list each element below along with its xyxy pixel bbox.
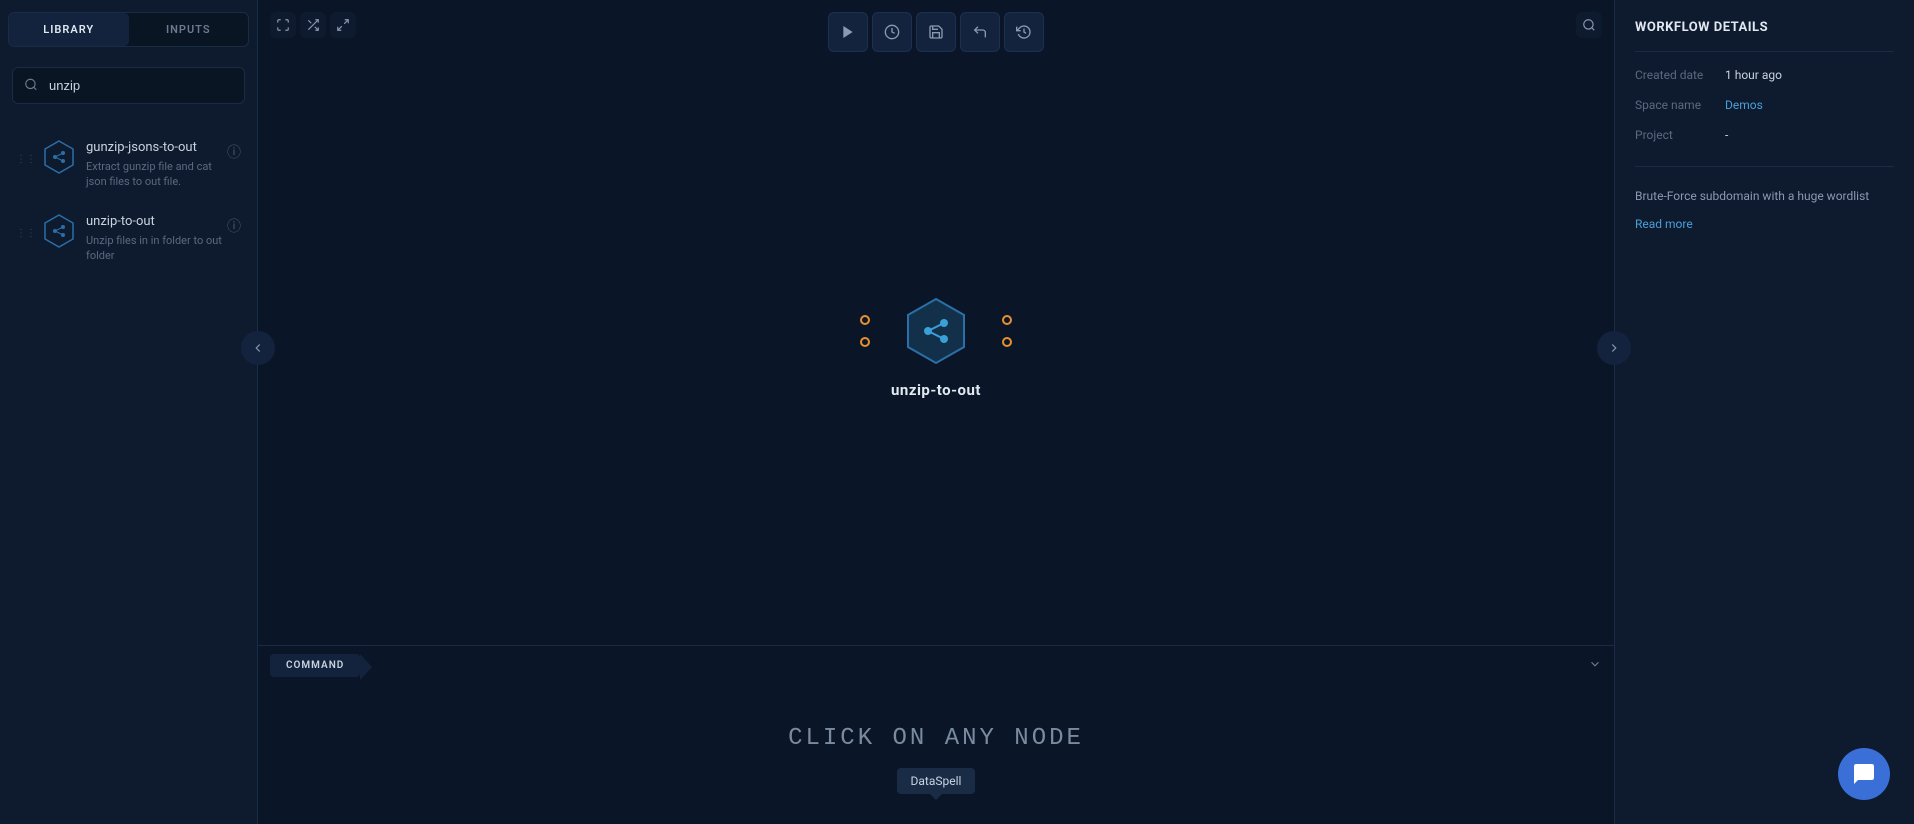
item-desc: Unzip files in in folder to out folder	[86, 233, 227, 264]
schedule-button[interactable]	[872, 12, 912, 52]
click-prompt: CLICK ON ANY NODE	[258, 725, 1614, 752]
details-title: WORKFLOW DETAILS	[1635, 20, 1894, 52]
undo-button[interactable]	[960, 12, 1000, 52]
item-desc: Extract gunzip file and cat json files t…	[86, 159, 227, 190]
drag-handle-icon[interactable]: ⋮⋮	[16, 154, 36, 165]
detail-row-project: Project -	[1635, 128, 1894, 142]
item-text: unzip-to-out Unzip files in in folder to…	[86, 214, 227, 264]
play-button[interactable]	[828, 12, 868, 52]
collapse-right-button[interactable]	[1597, 331, 1631, 365]
detail-label: Created date	[1635, 68, 1725, 82]
node-hex-icon	[44, 214, 74, 248]
detail-value: -	[1725, 128, 1728, 142]
sidebar: LIBRARY INPUTS ⋮⋮ gunzip-jsons-to-out Ex…	[0, 0, 258, 824]
output-connector[interactable]	[1002, 337, 1012, 347]
tab-switcher: LIBRARY INPUTS	[8, 12, 249, 47]
detail-row-created: Created date 1 hour ago	[1635, 68, 1894, 82]
input-connector[interactable]	[860, 315, 870, 325]
list-item[interactable]: ⋮⋮ gunzip-jsons-to-out Extract gunzip fi…	[8, 128, 249, 202]
chevron-down-icon[interactable]	[1588, 656, 1602, 675]
item-title: gunzip-jsons-to-out	[86, 140, 227, 155]
search-canvas-button[interactable]	[1576, 12, 1602, 38]
read-more-link[interactable]: Read more	[1635, 217, 1894, 231]
search-box	[12, 67, 245, 104]
input-connector[interactable]	[860, 337, 870, 347]
search-input[interactable]	[12, 67, 245, 104]
collapse-left-button[interactable]	[241, 331, 275, 365]
search-icon	[24, 76, 38, 95]
node-hex-icon	[906, 297, 966, 365]
details-panel: WORKFLOW DETAILS Created date 1 hour ago…	[1614, 0, 1914, 824]
drag-handle-icon[interactable]: ⋮⋮	[16, 228, 36, 239]
info-icon[interactable]: ⓘ	[227, 142, 241, 162]
tooltip: DataSpell	[897, 768, 976, 794]
toolbar	[258, 0, 1614, 50]
main: unzip-to-out COMMAND CLICK ON ANY NODE D…	[258, 0, 1614, 824]
node-hex-icon	[44, 140, 74, 174]
detail-value: 1 hour ago	[1725, 68, 1782, 82]
node-label: unzip-to-out	[891, 381, 981, 399]
detail-label: Space name	[1635, 98, 1725, 112]
fullscreen-button[interactable]	[270, 12, 296, 38]
command-body: CLICK ON ANY NODE DataSpell	[258, 685, 1614, 824]
workflow-node[interactable]: unzip-to-out	[891, 297, 981, 399]
detail-row-space: Space name Demos	[1635, 98, 1894, 112]
output-connector[interactable]	[1002, 315, 1012, 325]
tab-library[interactable]: LIBRARY	[9, 13, 129, 46]
command-header: COMMAND	[258, 646, 1614, 685]
canvas[interactable]: unzip-to-out	[258, 50, 1614, 645]
space-link[interactable]: Demos	[1725, 98, 1763, 112]
item-title: unzip-to-out	[86, 214, 227, 229]
history-button[interactable]	[1004, 12, 1044, 52]
tab-inputs[interactable]: INPUTS	[129, 13, 249, 46]
list-item[interactable]: ⋮⋮ unzip-to-out Unzip files in in folder…	[8, 202, 249, 276]
info-icon[interactable]: ⓘ	[227, 216, 241, 236]
library-list: ⋮⋮ gunzip-jsons-to-out Extract gunzip fi…	[0, 128, 257, 276]
workflow-description: Brute-Force subdomain with a huge wordli…	[1635, 166, 1894, 205]
shuffle-button[interactable]	[300, 12, 326, 38]
item-text: gunzip-jsons-to-out Extract gunzip file …	[86, 140, 227, 190]
chat-button[interactable]	[1838, 748, 1890, 800]
detail-label: Project	[1635, 128, 1725, 142]
command-tab[interactable]: COMMAND	[270, 654, 360, 677]
bottom-panel: COMMAND CLICK ON ANY NODE DataSpell	[258, 645, 1614, 824]
save-button[interactable]	[916, 12, 956, 52]
expand-button[interactable]	[330, 12, 356, 38]
